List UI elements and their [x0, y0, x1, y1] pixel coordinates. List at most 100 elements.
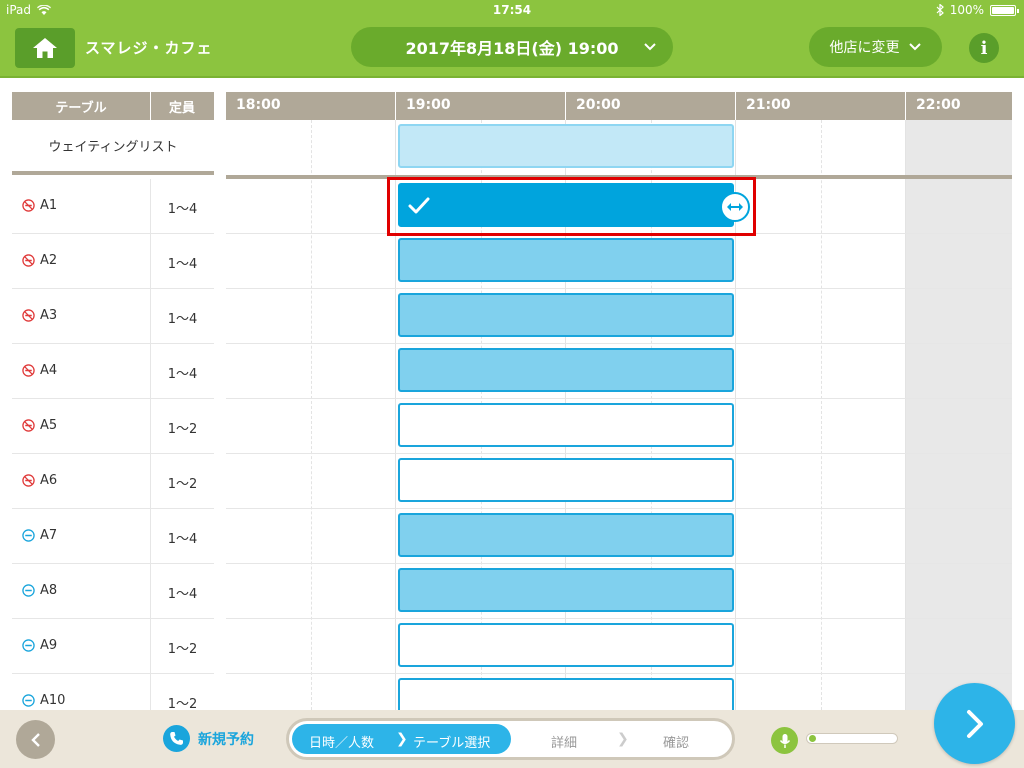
table-row[interactable]: A2 1〜4 — [12, 234, 214, 289]
table-name: A7 — [40, 528, 58, 543]
hour-label: 20:00 — [576, 97, 621, 113]
chevron-right-icon — [966, 709, 983, 738]
info-icon: i — [980, 37, 988, 59]
reservation-block[interactable] — [398, 403, 734, 447]
table-row[interactable]: A6 1〜2 — [12, 454, 214, 509]
back-button[interactable] — [16, 720, 55, 759]
table-capacity: 1〜4 — [150, 234, 214, 289]
table-name: A10 — [40, 693, 66, 708]
microphone-button[interactable] — [771, 727, 798, 754]
table-name: A6 — [40, 473, 58, 488]
hour-label: 19:00 — [406, 97, 451, 113]
table-name-cell: A2 — [22, 253, 57, 268]
change-store-button[interactable]: 他店に変更 — [809, 27, 942, 67]
next-button[interactable] — [934, 683, 1015, 764]
table-capacity: 1〜4 — [150, 179, 214, 234]
smoking-ok-icon — [22, 694, 35, 707]
no-smoking-icon — [22, 474, 35, 487]
new-reservation-button[interactable]: 新規予約 — [163, 725, 254, 752]
table-capacity: 1〜2 — [150, 619, 214, 674]
table-capacity: 1〜2 — [150, 454, 214, 509]
audio-level-meter — [806, 733, 898, 744]
table-row[interactable]: A5 1〜2 — [12, 399, 214, 454]
closed-hours-area — [906, 120, 1012, 710]
check-icon — [408, 197, 430, 214]
step-confirm[interactable]: 確認 — [663, 732, 689, 751]
step-details[interactable]: 詳細 — [551, 732, 577, 751]
hour-label: 18:00 — [236, 97, 281, 113]
smoking-ok-icon — [22, 584, 35, 597]
table-row[interactable]: A1 1〜4 — [12, 179, 214, 234]
chevron-right-icon: ❯ — [396, 731, 408, 747]
table-name-cell: A10 — [22, 693, 65, 708]
table-row[interactable]: A3 1〜4 — [12, 289, 214, 344]
no-smoking-icon — [22, 364, 35, 377]
table-name: A8 — [40, 583, 58, 598]
resize-handle[interactable] — [720, 192, 750, 222]
no-smoking-icon — [22, 254, 35, 267]
column-header-capacity: 定員 — [168, 101, 195, 116]
reservation-block[interactable] — [398, 458, 734, 502]
reservation-block[interactable] — [398, 238, 734, 282]
no-smoking-icon — [22, 309, 35, 322]
table-name: A1 — [40, 198, 58, 213]
selection-highlight — [387, 177, 756, 236]
table-row[interactable]: A7 1〜4 — [12, 509, 214, 564]
footer-bar: 新規予約 日時／人数 ❯ テーブル選択 詳細 ❯ 確認 — [0, 710, 1024, 768]
new-reservation-label: 新規予約 — [198, 731, 254, 748]
waiting-reservation-block[interactable] — [398, 124, 734, 168]
table-capacity: 1〜4 — [150, 564, 214, 619]
table-capacity: 1〜4 — [150, 289, 214, 344]
reservation-block[interactable] — [398, 293, 734, 337]
info-button[interactable]: i — [969, 33, 999, 63]
home-button[interactable] — [15, 28, 75, 68]
table-name-cell: A9 — [22, 638, 57, 653]
reservation-block[interactable] — [398, 348, 734, 392]
reservation-block[interactable] — [398, 513, 734, 557]
table-name: A9 — [40, 638, 58, 653]
reservation-block[interactable] — [398, 623, 734, 667]
timeline-header: 18:00 19:00 20:00 21:00 22:00 — [226, 92, 1012, 120]
selected-datetime: 2017年8月18日(金) 19:00 — [405, 39, 619, 58]
step-datetime-party[interactable]: 日時／人数 — [309, 732, 374, 751]
reservation-block[interactable] — [398, 678, 734, 710]
status-bar: iPad 17:54 100% — [0, 0, 1024, 22]
table-name-cell: A3 — [22, 308, 57, 323]
table-name-cell: A7 — [22, 528, 57, 543]
table-row[interactable]: A4 1〜4 — [12, 344, 214, 399]
battery-icon — [990, 4, 1019, 16]
table-name-cell: A5 — [22, 418, 57, 433]
table-name-cell: A4 — [22, 363, 57, 378]
home-icon — [33, 38, 57, 58]
table-name-cell: A6 — [22, 473, 57, 488]
phone-icon — [163, 725, 190, 752]
chevron-down-icon — [644, 43, 656, 51]
hour-label: 22:00 — [916, 97, 961, 113]
smoking-ok-icon — [22, 639, 35, 652]
change-store-label: 他店に変更 — [829, 40, 900, 56]
app-header: スマレジ・カフェ 2017年8月18日(金) 19:00 他店に変更 i — [0, 22, 1024, 78]
table-row[interactable]: A9 1〜2 — [12, 619, 214, 674]
battery-percent: 100% — [949, 3, 984, 17]
table-name: A5 — [40, 418, 58, 433]
step-table-select[interactable]: テーブル選択 — [413, 732, 490, 751]
table-capacity: 1〜4 — [150, 344, 214, 399]
clock: 17:54 — [492, 3, 532, 17]
table-row[interactable]: A8 1〜4 — [12, 564, 214, 619]
waiting-list-row[interactable]: ウェイティングリスト — [12, 120, 214, 175]
table-name: A3 — [40, 308, 58, 323]
chevron-right-icon: ❯ — [617, 731, 629, 747]
no-smoking-icon — [22, 419, 35, 432]
table-capacity: 1〜2 — [150, 399, 214, 454]
microphone-icon — [779, 733, 790, 748]
chevron-left-icon — [30, 732, 40, 747]
table-list-header: テーブル 定員 — [12, 92, 214, 120]
waiting-list-label: ウェイティングリスト — [48, 140, 178, 155]
table-capacity: 1〜4 — [150, 509, 214, 564]
no-smoking-icon — [22, 199, 35, 212]
date-selector[interactable]: 2017年8月18日(金) 19:00 — [351, 27, 673, 67]
hour-label: 21:00 — [746, 97, 791, 113]
reservation-block[interactable] — [398, 568, 734, 612]
progress-steps: 日時／人数 ❯ テーブル選択 詳細 ❯ 確認 — [286, 718, 735, 760]
smoking-ok-icon — [22, 529, 35, 542]
